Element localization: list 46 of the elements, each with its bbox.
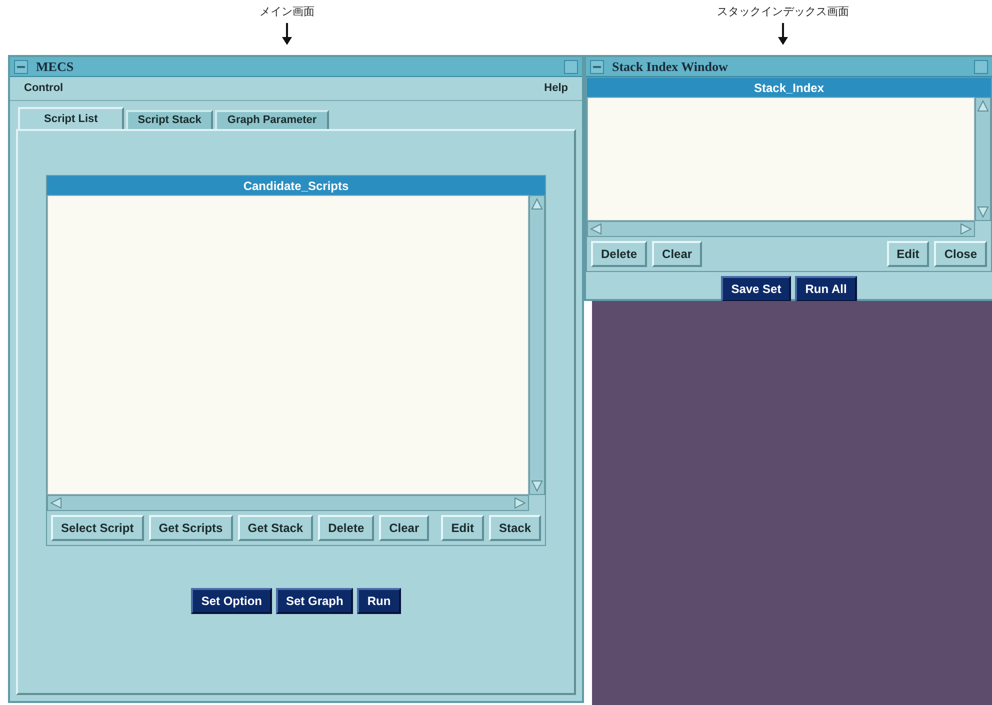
down-arrow-icon — [282, 22, 292, 44]
button[interactable]: Get Scripts — [148, 515, 233, 541]
scroll-right-icon[interactable] — [514, 497, 526, 509]
caption: メイン画面 — [260, 4, 314, 20]
scroll-down-icon[interactable] — [977, 206, 989, 218]
button[interactable]: Get Stack — [238, 515, 314, 541]
vertical-scrollbar[interactable] — [529, 195, 545, 495]
list-area[interactable] — [587, 97, 975, 221]
window-title: Stack Index Window — [612, 58, 729, 76]
button[interactable]: Run — [357, 588, 401, 614]
tab[interactable]: Graph Parameter — [215, 110, 329, 129]
tab[interactable]: Script List — [18, 107, 124, 129]
menu-item[interactable]: Help — [544, 80, 568, 97]
horizontal-scrollbar[interactable] — [587, 221, 975, 237]
button[interactable]: Save Set — [721, 276, 792, 302]
scroll-left-icon[interactable] — [590, 223, 602, 235]
button[interactable]: Stack — [488, 515, 541, 541]
down-arrow-icon — [778, 22, 788, 44]
horizontal-scrollbar[interactable] — [47, 495, 529, 511]
menu-item[interactable]: Control — [24, 80, 64, 97]
button[interactable]: Select Script — [51, 515, 144, 541]
scroll-up-icon[interactable] — [977, 100, 989, 112]
button[interactable]: Edit — [886, 241, 930, 267]
button[interactable]: Clear — [379, 515, 430, 541]
button[interactable]: Set Graph — [276, 588, 354, 614]
list-header: Candidate_Scripts — [47, 176, 545, 195]
window-button-icon[interactable] — [564, 60, 578, 74]
button[interactable]: Edit — [441, 515, 484, 541]
window-menu-icon[interactable] — [14, 60, 28, 74]
window-button-icon[interactable] — [974, 60, 988, 74]
vertical-scrollbar[interactable] — [975, 97, 991, 221]
window-menu-icon[interactable] — [590, 60, 604, 74]
button[interactable]: Delete — [318, 515, 374, 541]
button[interactable]: Set Option — [191, 588, 272, 614]
button[interactable]: Delete — [591, 241, 648, 267]
scroll-left-icon[interactable] — [50, 497, 62, 509]
scroll-down-icon[interactable] — [531, 480, 543, 492]
button[interactable]: Run All — [795, 276, 857, 302]
scroll-right-icon[interactable] — [960, 223, 972, 235]
list-header: Stack_Index — [587, 78, 991, 97]
button[interactable]: Close — [934, 241, 987, 267]
tab[interactable]: Script Stack — [126, 110, 214, 129]
button[interactable]: Clear — [652, 241, 702, 267]
caption: スタックインデックス画面 — [717, 4, 849, 20]
window-title: MECS — [36, 58, 75, 76]
scroll-up-icon[interactable] — [531, 198, 543, 210]
